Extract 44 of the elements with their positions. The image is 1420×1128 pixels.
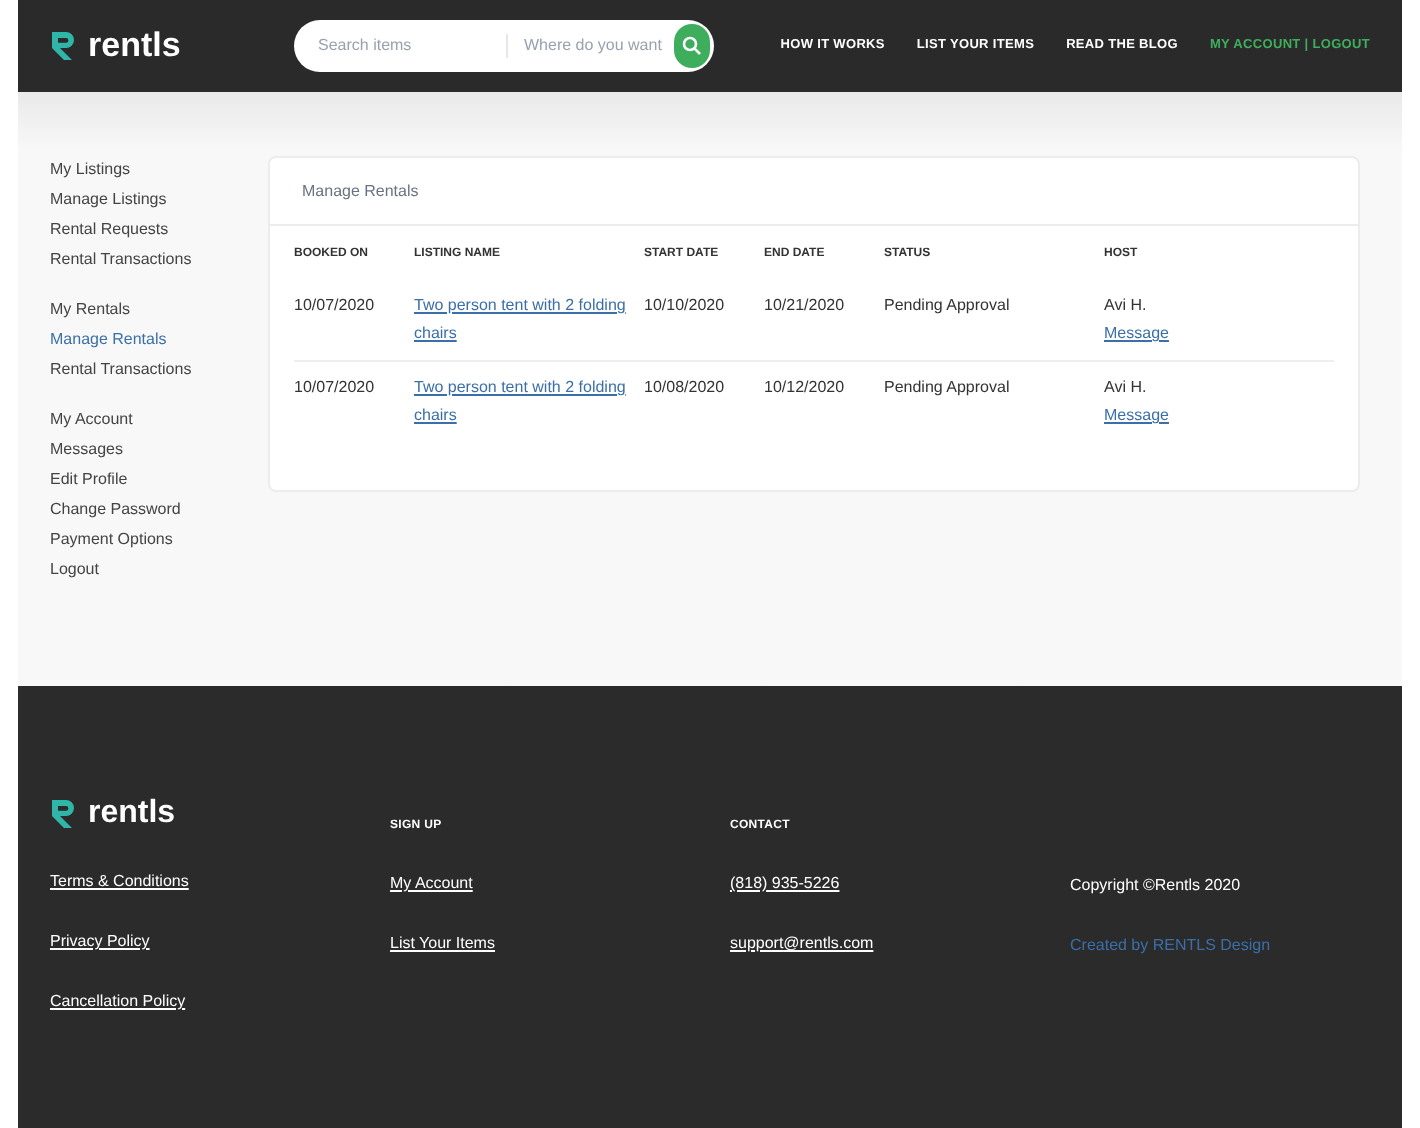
sidebar-link[interactable]: Payment Options (50, 526, 268, 552)
logo-text: rentls (88, 24, 181, 69)
sidebar-link[interactable]: My Rentals (50, 296, 268, 322)
copyright-text: Copyright ©Rentls 2020 (1070, 874, 1243, 898)
footer-link[interactable]: My Account (390, 872, 730, 896)
panel-title: Manage Rentals (270, 158, 1358, 226)
logo-icon (50, 30, 76, 62)
table-cell: 10/12/2020 (764, 378, 845, 396)
sidebar-link[interactable]: Edit Profile (50, 466, 268, 492)
sidebar-link[interactable]: Rental Requests (50, 216, 268, 242)
sidebar-link[interactable]: Manage Listings (50, 186, 268, 212)
footer-link[interactable]: support@rentls.com (730, 932, 1070, 956)
message-link[interactable]: Message (1104, 320, 1334, 348)
sidebar-link[interactable]: My Account (50, 406, 268, 432)
footer-link[interactable]: List Your Items (390, 932, 730, 956)
table-cell: 10/08/2020 (644, 378, 725, 396)
search-field[interactable]: Search items (318, 34, 498, 58)
footer-link[interactable]: Cancellation Policy (50, 990, 390, 1014)
footer-link[interactable]: Terms & Conditions (50, 870, 390, 894)
table-cell: Pending Approval (884, 296, 1010, 314)
table-cell: 10/07/2020 (294, 378, 375, 396)
message-link[interactable]: Message (1104, 402, 1334, 430)
table-cell: Pending Approval (884, 378, 1010, 396)
search-icon (682, 36, 702, 56)
host-name: Avi H. (1104, 294, 1149, 318)
logo-icon (50, 798, 76, 830)
host-name: Avi H. (1104, 376, 1149, 400)
listing-link[interactable]: Two person tent with 2 folding chairs (414, 374, 628, 430)
sidebar-link[interactable]: Manage Rentals (50, 326, 268, 352)
logo-text: rentls (88, 794, 176, 834)
sidebar-link[interactable]: Logout (50, 556, 268, 582)
search-button[interactable] (674, 24, 710, 68)
footer-link[interactable]: (818) 935-5226 (730, 872, 1070, 896)
table-cell: 10/10/2020 (644, 296, 725, 314)
sidebar-link[interactable]: Rental Transactions (50, 246, 268, 272)
sidebar-link[interactable]: My Listings (50, 156, 268, 182)
sidebar-link[interactable]: Messages (50, 436, 268, 462)
sidebar-link[interactable]: Rental Transactions (50, 356, 268, 382)
table-cell: 10/21/2020 (764, 296, 845, 314)
listing-link[interactable]: Two person tent with 2 folding chairs (414, 292, 628, 348)
footer-link[interactable]: Privacy Policy (50, 930, 390, 954)
sidebar-link[interactable]: Change Password (50, 496, 268, 522)
location-field[interactable]: Where do you want (506, 34, 666, 58)
table-cell: 10/07/2020 (294, 296, 375, 314)
